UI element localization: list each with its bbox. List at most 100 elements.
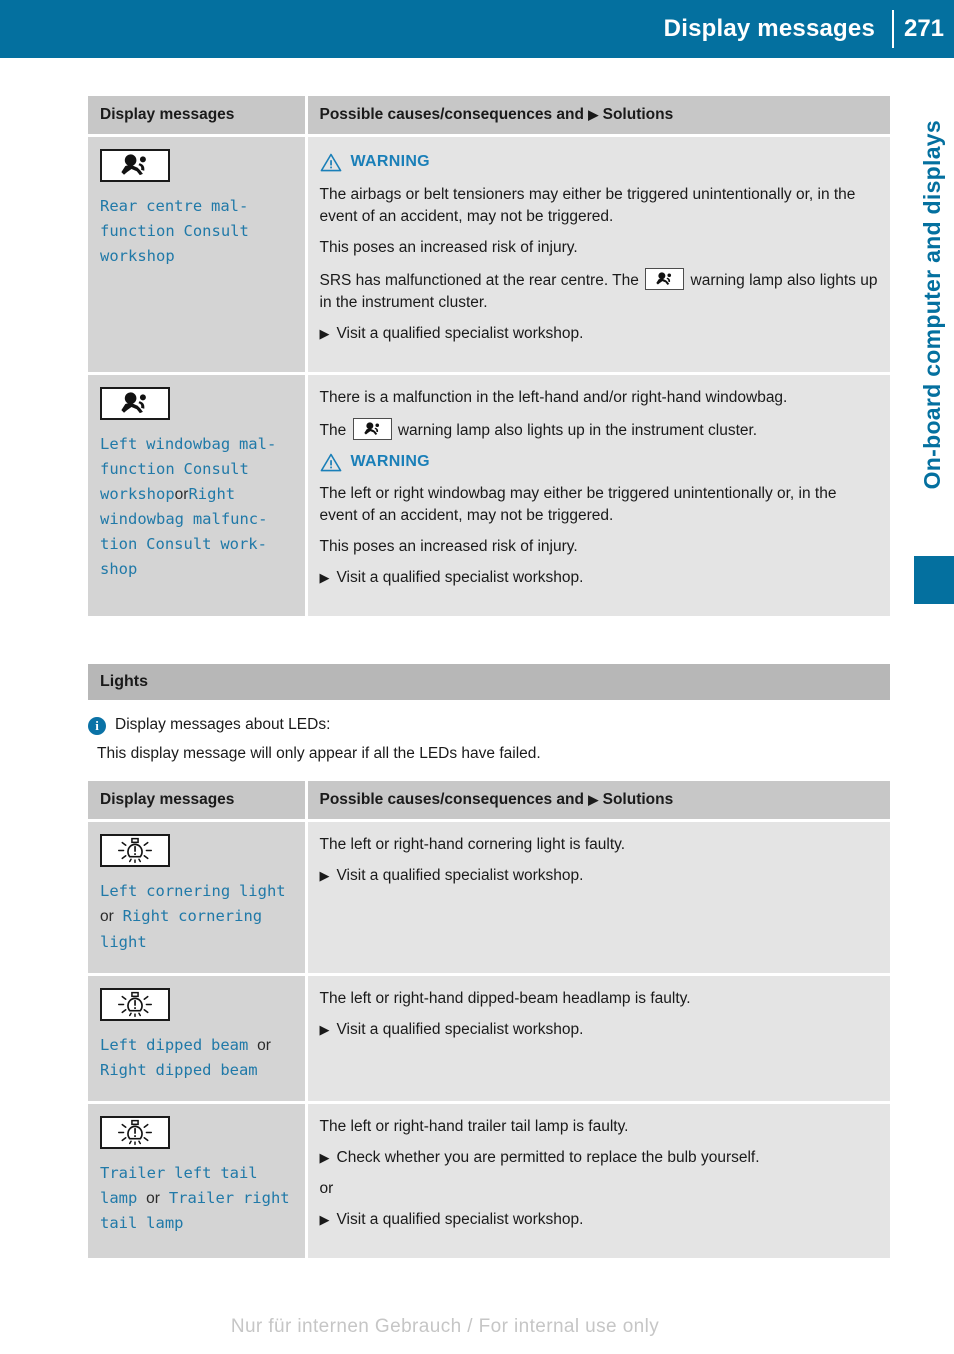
step-text: Visit a qualified specialist workshop. [336,1210,584,1228]
solution-step: ▶ Visit a qualified specialist workshop. [320,323,879,345]
table-row: Rear centre mal‐ function Consult worksh… [88,135,890,375]
page-title: Display messages [663,15,875,42]
cause-paragraph: There is a malfunction in the left-hand … [319,388,788,406]
step-text: Visit a qualified specialist workshop. [336,867,584,885]
cause-paragraph: The left or right-hand cornering light i… [319,836,626,854]
display-messages-table-lights: Display messages Possible causes/consequ… [88,781,890,1258]
display-message-text: Left windowbag mal‐ function Consult wor… [100,432,293,583]
page-number: 271 [903,15,945,42]
display-message-text: Left dipped beam or Right dipped beam [100,1033,293,1083]
solution-step: ▶ Visit a qualified specialist workshop. [320,865,879,887]
cause-paragraph: The left or right-hand dipped-beam headl… [319,989,691,1007]
message-part: Left cornering light [100,882,286,901]
column-header-suffix: Solutions [602,106,674,123]
message-cell: Left cornering light or Right cornering … [88,820,308,976]
step-separator: or [319,1179,334,1197]
message-separator: or [174,485,189,503]
lamp-paragraph: The warning lamp also lights up in the i… [320,417,879,442]
solution-arrow-icon: ▶ [588,792,599,808]
step-arrow-icon: ▶ [319,868,330,884]
solution-arrow-icon: ▶ [588,107,599,122]
warning-triangle-icon [320,153,341,172]
column-header-prefix: Possible causes/consequences and [319,791,584,809]
warning-paragraph: This poses an increased risk of injury. [319,538,578,556]
chapter-label: On-board computer and displays [919,120,945,490]
step-arrow-icon: ▶ [319,570,330,586]
display-message-text: Trailer left tail lamp or Trailer right … [100,1161,293,1236]
chapter-tab-marker [914,556,954,604]
lamp-sentence-before: SRS has malfunctioned at the rear centre… [319,271,639,289]
column-header-suffix: Solutions [602,791,674,809]
page-header: Display messages 271 [0,0,954,58]
message-line: function Consult [100,222,249,241]
lamp-fault-icon [100,987,170,1021]
lamp-fault-icon [100,834,170,868]
message-cell: Left windowbag mal‐ function Consult wor… [88,373,308,617]
cause-solution-cell: The left or right-hand cornering light i… [306,820,890,976]
airbag-icon [645,267,685,290]
cause-solution-cell: The left or right-hand dipped-beam headl… [306,974,890,1104]
step-arrow-icon: ▶ [319,325,330,341]
display-messages-table-airbag: Display messages Possible causes/consequ… [88,96,890,617]
table-row: Trailer left tail lamp or Trailer right … [88,1102,890,1258]
page-content: Display messages Possible causes/consequ… [88,96,890,1258]
cause-solution-cell: The left or right-hand trailer tail lamp… [306,1102,890,1258]
cause-solution-cell: There is a malfunction in the left-hand … [306,373,890,617]
message-cell: Left dipped beam or Right dipped beam [88,974,308,1104]
message-cell: Rear centre mal‐ function Consult worksh… [88,135,308,375]
message-separator: or [146,1190,160,1208]
step-arrow-icon: ▶ [319,1211,330,1227]
airbag-icon [352,417,392,440]
solution-step: ▶ Visit a qualified specialist workshop. [320,1019,879,1041]
message-line: workshop [100,247,175,266]
table-row: Left cornering light or Right cornering … [88,820,890,976]
cause-solution-cell: WARNING The airbags or belt tensioners m… [306,135,890,375]
column-header-causes-solutions: Possible causes/consequences and ▶ Solut… [306,781,890,823]
step-text: Check whether you are permitted to repla… [336,1148,760,1166]
warning-header: WARNING [320,451,879,474]
step-text: Visit a qualified specialist workshop. [336,1020,584,1038]
section-banner-lights: Lights [88,664,890,701]
message-part: Right dipped beam [100,1060,258,1079]
display-message-text: Rear centre mal‐ function Consult worksh… [100,194,293,269]
step-text: Visit a qualified specialist workshop. [336,569,584,587]
column-header-display-messages: Display messages [88,781,308,823]
message-line: Rear centre mal‐ [100,197,249,215]
solution-step: ▶ Visit a qualified specialist workshop. [320,567,879,589]
step-arrow-icon: ▶ [319,1149,330,1165]
warning-paragraph: The left or right windowbag may either b… [319,485,837,525]
column-header-prefix: Possible causes/consequences and [319,106,584,123]
warning-triangle-icon [320,453,341,471]
airbag-icon [100,386,170,420]
table-row: Left windowbag mal‐ function Consult wor… [88,373,890,617]
display-message-text: Left cornering light or Right cornering … [100,879,293,954]
table-header-row: Display messages Possible causes/consequ… [88,96,890,137]
message-part: function Consult [100,459,249,478]
message-part: workshop [100,484,175,503]
message-separator: or [257,1036,271,1054]
info-note-text-secondary: This display message will only appear if… [97,744,541,762]
solution-step: ▶ Visit a qualified specialist workshop. [320,1209,879,1231]
step-text: Visit a qualified specialist workshop. [336,324,584,342]
footer-watermark: Nur für internen Gebrauch / For internal… [230,1316,660,1337]
cause-paragraph: The left or right-hand trailer tail lamp… [319,1117,629,1135]
solution-step: ▶ Check whether you are permitted to rep… [320,1147,879,1169]
warning-paragraph: This poses an increased risk of injury. [319,238,578,256]
chapter-side-tab: On-board computer and displays [890,58,954,1354]
warning-header: WARNING [320,151,879,174]
column-header-causes-solutions: Possible causes/consequences and ▶ Solut… [306,96,890,137]
lamp-sentence-after: warning lamp also lights up in the instr… [397,421,758,439]
column-header-display-messages: Display messages [88,96,308,137]
airbag-icon [100,149,170,182]
table-header-row: Display messages Possible causes/consequ… [88,781,890,823]
message-part: Left dipped beam [100,1035,249,1054]
step-arrow-icon: ▶ [319,1021,330,1037]
warning-label: WARNING [350,153,430,170]
message-cell: Trailer left tail lamp or Trailer right … [88,1102,308,1258]
warning-paragraph: The airbags or belt tensioners may eithe… [319,185,856,225]
message-part: Left windowbag mal‐ [100,434,277,453]
info-note-text: Display messages about LEDs: [115,716,331,734]
lamp-fault-icon [100,1115,170,1149]
message-part: Right cornering light [100,907,263,951]
